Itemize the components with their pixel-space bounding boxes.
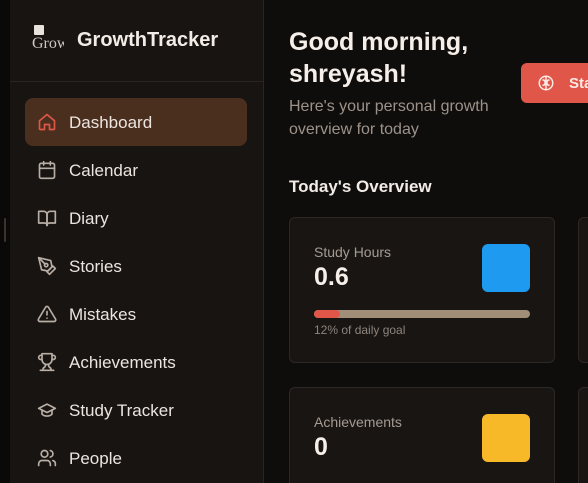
sidebar: Grow GrowthTracker Dashboard Calendar Di… xyxy=(10,0,264,483)
card-label: Study Hours xyxy=(314,244,392,260)
sidebar-item-dashboard[interactable]: Dashboard xyxy=(25,98,247,146)
logo-alt-text: Grow xyxy=(32,35,64,52)
sidebar-item-label: Diary xyxy=(69,209,109,228)
card-label: Achievements xyxy=(314,414,402,430)
window-edge xyxy=(0,0,10,483)
calendar-icon xyxy=(37,160,57,180)
sidebar-item-label: Achievements xyxy=(69,353,176,372)
sidebar-item-label: Calendar xyxy=(69,161,138,180)
book-open-icon xyxy=(37,208,57,228)
brand-logo: Grow xyxy=(32,25,64,57)
sidebar-item-study-tracker[interactable]: Study Tracker xyxy=(25,386,247,434)
progress-note: 12% of daily goal xyxy=(314,323,406,337)
achievements-card[interactable]: Achievements 0 xyxy=(289,387,555,483)
brain-icon xyxy=(537,74,555,92)
graduation-cap-icon xyxy=(37,400,57,420)
greeting-subtitle: Here's your personal growth overview for… xyxy=(289,98,489,138)
sidebar-item-label: Dashboard xyxy=(69,113,153,132)
sidebar-item-people[interactable]: People xyxy=(25,434,247,482)
overview-card-peek[interactable] xyxy=(578,387,588,483)
pen-tool-icon xyxy=(37,256,57,276)
start-session-button[interactable]: Sta xyxy=(521,63,588,103)
home-icon xyxy=(37,112,57,132)
trophy-icon xyxy=(37,352,57,372)
sidebar-item-stories[interactable]: Stories xyxy=(25,242,247,290)
study-progress-fill xyxy=(314,310,340,318)
card-value: 0 xyxy=(314,433,328,461)
sidebar-nav: Dashboard Calendar Diary Stories Mistake… xyxy=(25,98,247,482)
overview-card-peek[interactable] xyxy=(578,217,588,363)
resize-handle[interactable] xyxy=(4,218,6,242)
users-icon xyxy=(37,448,57,468)
start-button-label: Sta xyxy=(569,75,588,92)
achievements-color-swatch xyxy=(482,414,530,462)
greeting-heading: Good morning, shreyash! xyxy=(289,28,469,88)
broken-image-icon xyxy=(34,25,44,35)
sidebar-item-calendar[interactable]: Calendar xyxy=(25,146,247,194)
brand-name[interactable]: GrowthTracker xyxy=(77,29,218,52)
sidebar-item-label: Study Tracker xyxy=(69,401,174,420)
study-progress-bar xyxy=(314,310,530,318)
sidebar-item-achievements[interactable]: Achievements xyxy=(25,338,247,386)
sidebar-item-label: Stories xyxy=(69,257,122,276)
alert-triangle-icon xyxy=(37,304,57,324)
main-content: Good morning, shreyash! Here's your pers… xyxy=(265,0,588,483)
study-hours-card[interactable]: Study Hours 0.6 12% of daily goal xyxy=(289,217,555,363)
brand-header: Grow GrowthTracker xyxy=(10,0,264,82)
sidebar-item-mistakes[interactable]: Mistakes xyxy=(25,290,247,338)
sidebar-item-label: Mistakes xyxy=(69,305,137,324)
sidebar-item-diary[interactable]: Diary xyxy=(25,194,247,242)
study-hours-color-swatch xyxy=(482,244,530,292)
overview-title: Today's Overview xyxy=(289,177,432,196)
sidebar-item-label: People xyxy=(69,449,122,468)
card-value: 0.6 xyxy=(314,263,349,291)
